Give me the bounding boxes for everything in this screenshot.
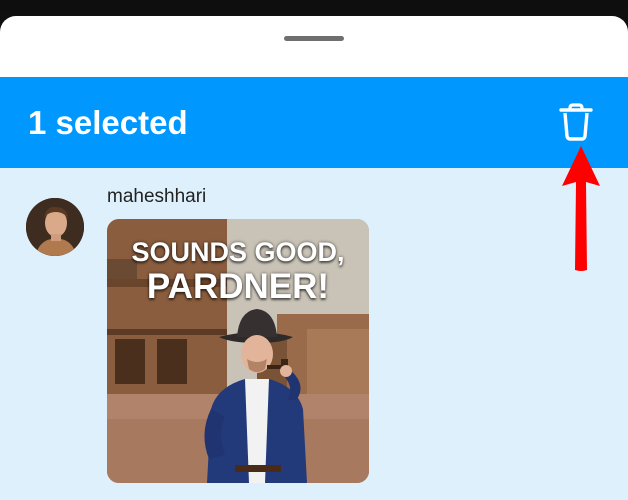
gif-caption-line-2: PARDNER! xyxy=(146,267,330,306)
red-arrow-annotation xyxy=(562,146,600,271)
delete-button[interactable] xyxy=(553,99,599,145)
screen: 1 selected maheshhari SOUNDS GOOD, PARDN… xyxy=(0,0,628,500)
selection-count-title: 1 selected xyxy=(28,104,188,141)
gif-caption-line-1: SOUNDS GOOD, xyxy=(131,237,345,267)
sender-avatar[interactable] xyxy=(26,198,84,256)
selection-toolbar: 1 selected xyxy=(0,77,628,168)
selected-message-row[interactable]: maheshhari SOUNDS GOOD, PARDNER! xyxy=(0,168,628,500)
sheet-drag-handle[interactable] xyxy=(284,36,344,41)
gif-caption: SOUNDS GOOD, PARDNER! xyxy=(107,237,369,306)
bottom-sheet: 1 selected maheshhari SOUNDS GOOD, PARDN… xyxy=(0,16,628,500)
gif-message[interactable]: SOUNDS GOOD, PARDNER! xyxy=(107,219,369,483)
sender-name: maheshhari xyxy=(107,186,207,207)
trash-icon xyxy=(559,103,593,141)
avatar-photo xyxy=(26,198,84,256)
